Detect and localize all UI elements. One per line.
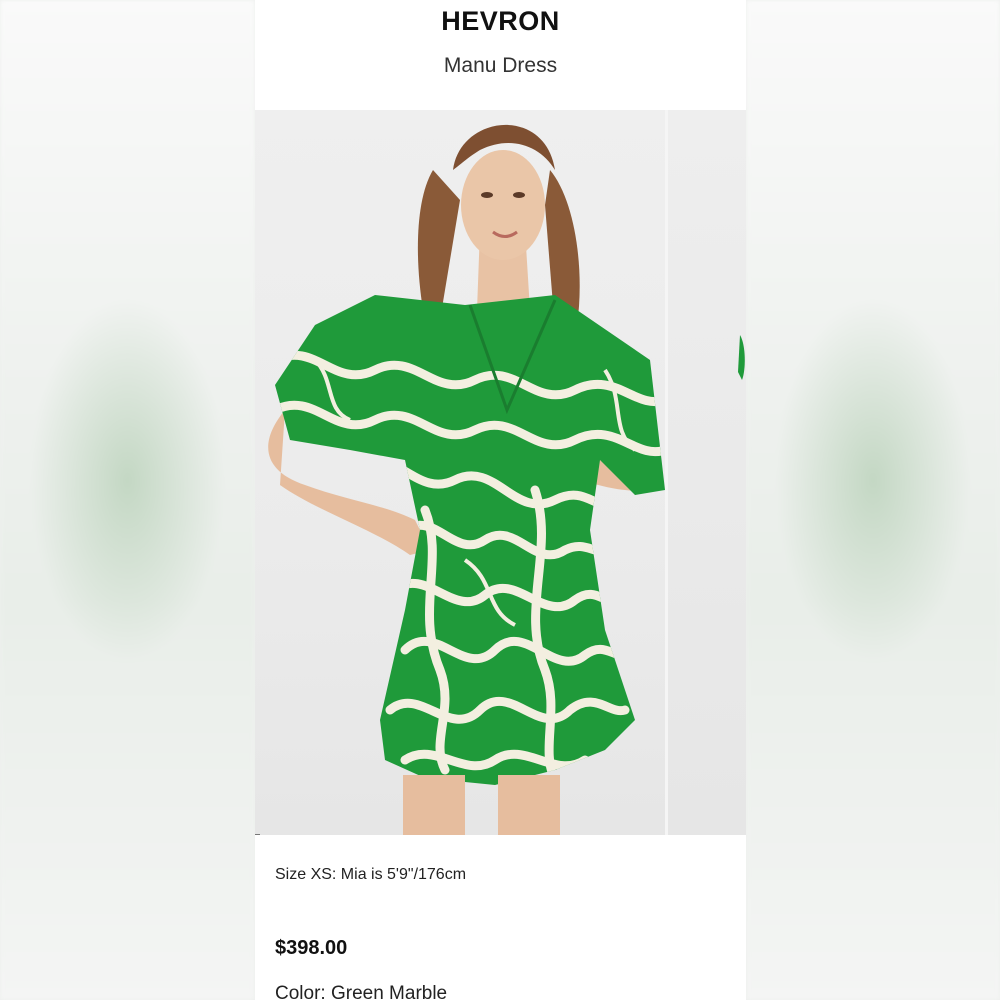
product-image-main[interactable] — [255, 110, 665, 835]
product-title: Manu Dress — [443, 54, 558, 77]
brand-name[interactable]: HEVRON — [255, 6, 746, 37]
product-image-gallery[interactable] — [255, 110, 746, 835]
gallery-progress-indicator — [255, 834, 260, 835]
hair — [417, 170, 460, 320]
product-color: Color: Green Marble — [275, 983, 448, 1000]
product-page: HEVRON Manu Dress Size XS: Mia is 5'9"/1… — [255, 0, 746, 1000]
next-photo-peek — [738, 335, 745, 380]
blurred-backdrop-left — [0, 0, 255, 1000]
blurred-backdrop-right — [746, 0, 1000, 1000]
face — [461, 150, 545, 260]
model-size-note: Size XS: Mia is 5'9"/176cm — [275, 866, 467, 883]
product-image-next-preview[interactable] — [668, 110, 746, 835]
product-price: $398.00 — [275, 937, 348, 959]
model-photo — [268, 124, 665, 835]
